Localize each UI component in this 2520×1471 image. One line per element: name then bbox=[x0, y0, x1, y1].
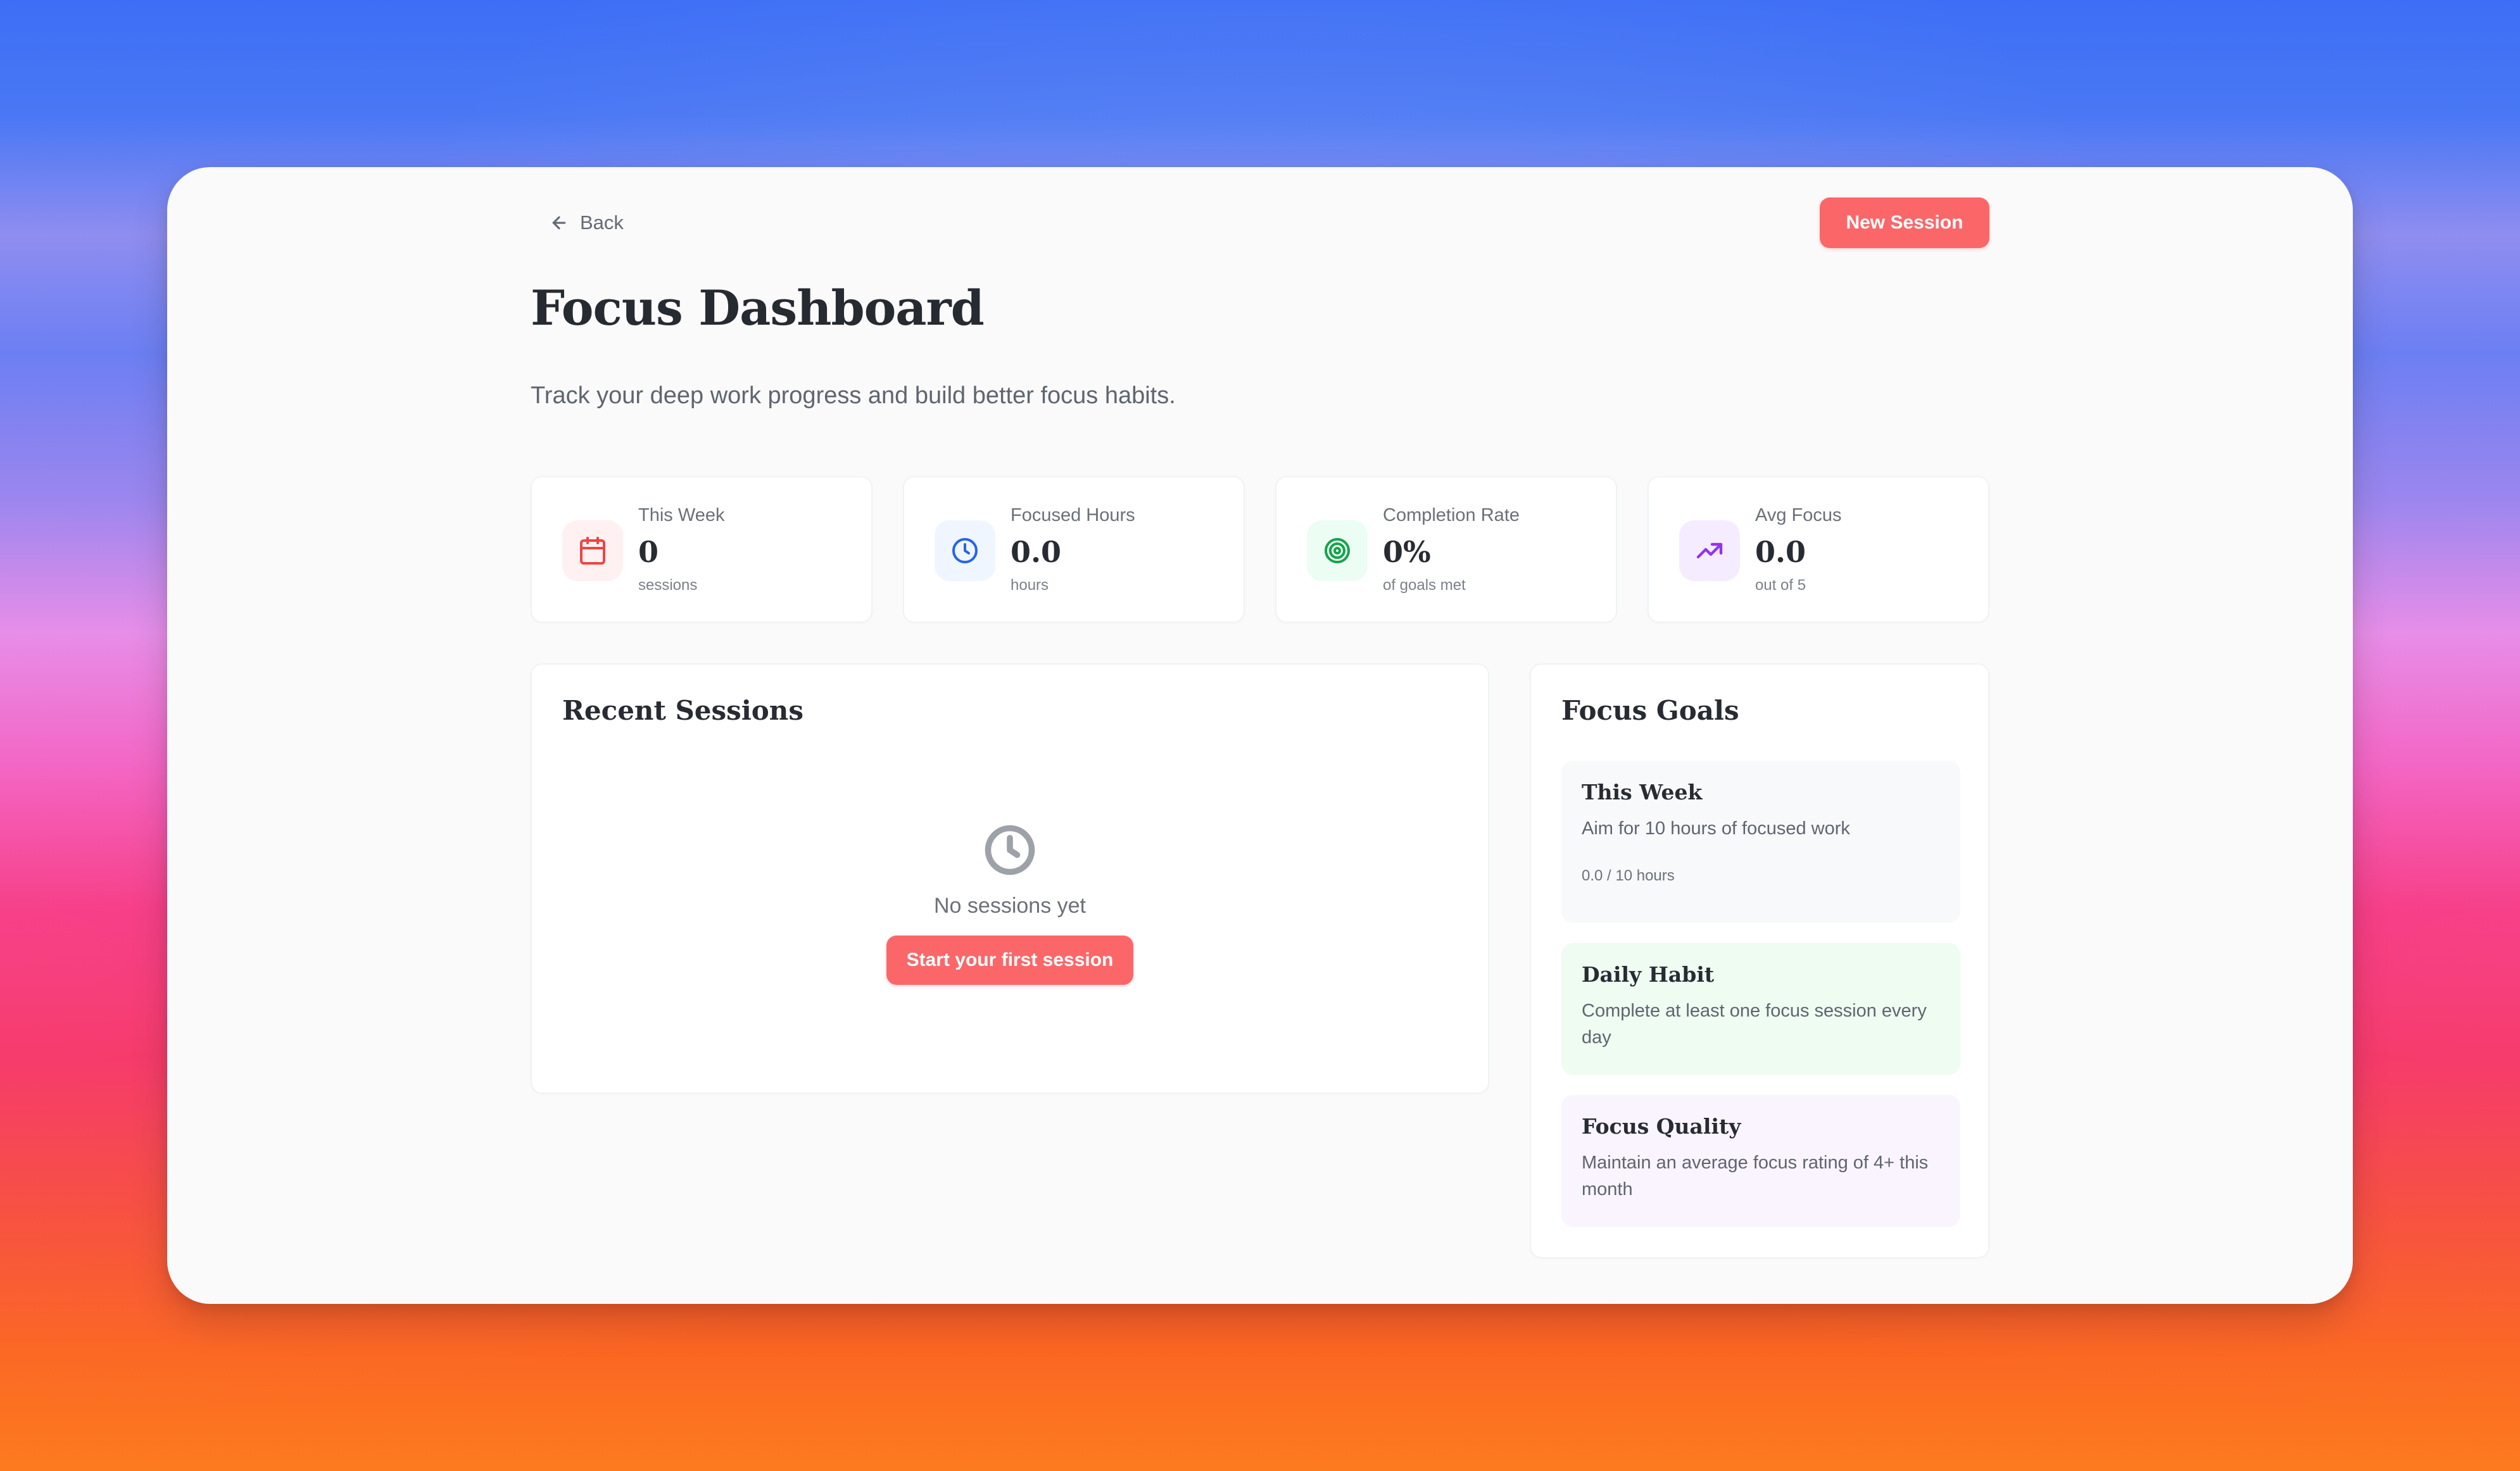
recent-sessions-panel: Recent Sessions No sessions yet Start yo… bbox=[531, 663, 1489, 1094]
stat-text: This Week 0 sessions bbox=[638, 506, 724, 593]
back-button[interactable]: Back bbox=[550, 206, 624, 239]
stat-icon-container bbox=[562, 520, 623, 581]
calendar-icon bbox=[580, 537, 605, 565]
goal-description: Complete at least one focus session ever… bbox=[1582, 1001, 1927, 1048]
trending-up-icon bbox=[1696, 542, 1723, 559]
stat-value: 0 bbox=[638, 535, 659, 569]
focus-goals-title: Focus Goals bbox=[1561, 695, 1739, 726]
stat-value: 0.0 bbox=[1755, 535, 1806, 569]
stat-value: 0% bbox=[1383, 535, 1431, 569]
app-window: Back New Session Focus Dashboard Track y… bbox=[167, 167, 2353, 1304]
clock-icon bbox=[952, 538, 978, 563]
stat-card-this-week: This Week 0 sessions bbox=[531, 476, 873, 623]
stat-text: Completion Rate 0% of goals met bbox=[1383, 506, 1520, 593]
stat-text: Avg Focus 0.0 out of 5 bbox=[1755, 506, 1841, 593]
focus-goals-panel: Focus Goals This Week Aim for 10 hours o… bbox=[1530, 663, 1989, 1258]
stat-icon-container bbox=[935, 520, 995, 581]
stat-icon-container bbox=[1307, 520, 1368, 581]
arrow-left-icon bbox=[552, 216, 566, 230]
clock-icon bbox=[985, 825, 1035, 875]
goal-title: This Week bbox=[1582, 780, 1703, 804]
stat-card-avg-focus: Avg Focus 0.0 out of 5 bbox=[1647, 476, 1989, 623]
empty-state-message: No sessions yet bbox=[934, 894, 1086, 918]
start-first-session-button[interactable]: Start your first session bbox=[886, 936, 1134, 986]
recent-sessions-title: Recent Sessions bbox=[562, 695, 803, 726]
goal-title: Focus Quality bbox=[1582, 1114, 1741, 1139]
page-subtitle: Track your deep work progress and build … bbox=[531, 382, 1176, 409]
stat-text: Focused Hours 0.0 hours bbox=[1011, 506, 1135, 593]
stat-label: This Week bbox=[638, 505, 725, 525]
goal-card-focus-quality: Focus Quality Maintain an average focus … bbox=[1561, 1095, 1960, 1227]
stat-subtext: of goals met bbox=[1383, 577, 1466, 594]
stat-label: Focused Hours bbox=[1011, 505, 1135, 525]
back-label: Back bbox=[580, 211, 624, 234]
stat-subtext: out of 5 bbox=[1755, 577, 1806, 594]
dashboard-content: Back New Session Focus Dashboard Track y… bbox=[531, 197, 1989, 1261]
goal-progress-text: 0.0 / 10 hours bbox=[1582, 867, 1675, 885]
stat-label: Avg Focus bbox=[1755, 505, 1842, 525]
stat-icon-container bbox=[1679, 520, 1740, 581]
goal-title: Daily Habit bbox=[1582, 962, 1715, 987]
stat-label: Completion Rate bbox=[1383, 505, 1520, 525]
goal-description: Maintain an average focus rating of 4+ t… bbox=[1582, 1153, 1929, 1200]
stat-subtext: sessions bbox=[638, 577, 698, 594]
stats-row: This Week 0 sessions Focused Hours 0.0 h… bbox=[531, 476, 1989, 623]
stat-card-completion-rate: Completion Rate 0% of goals met bbox=[1275, 476, 1617, 623]
goal-card-daily-habit: Daily Habit Complete at least one focus … bbox=[1561, 943, 1960, 1075]
stat-card-focused-hours: Focused Hours 0.0 hours bbox=[903, 476, 1245, 623]
goal-description: Aim for 10 hours of focused work bbox=[1582, 818, 1850, 839]
target-icon bbox=[1325, 538, 1350, 563]
new-session-button[interactable]: New Session bbox=[1820, 197, 1989, 248]
empty-state: No sessions yet Start your first session bbox=[532, 821, 1488, 986]
stat-subtext: hours bbox=[1011, 577, 1049, 594]
goal-card-this-week: This Week Aim for 10 hours of focused wo… bbox=[1561, 761, 1960, 923]
page-title: Focus Dashboard bbox=[531, 280, 985, 336]
stat-value: 0.0 bbox=[1011, 535, 1062, 569]
top-navigation: Back New Session bbox=[531, 197, 1989, 248]
